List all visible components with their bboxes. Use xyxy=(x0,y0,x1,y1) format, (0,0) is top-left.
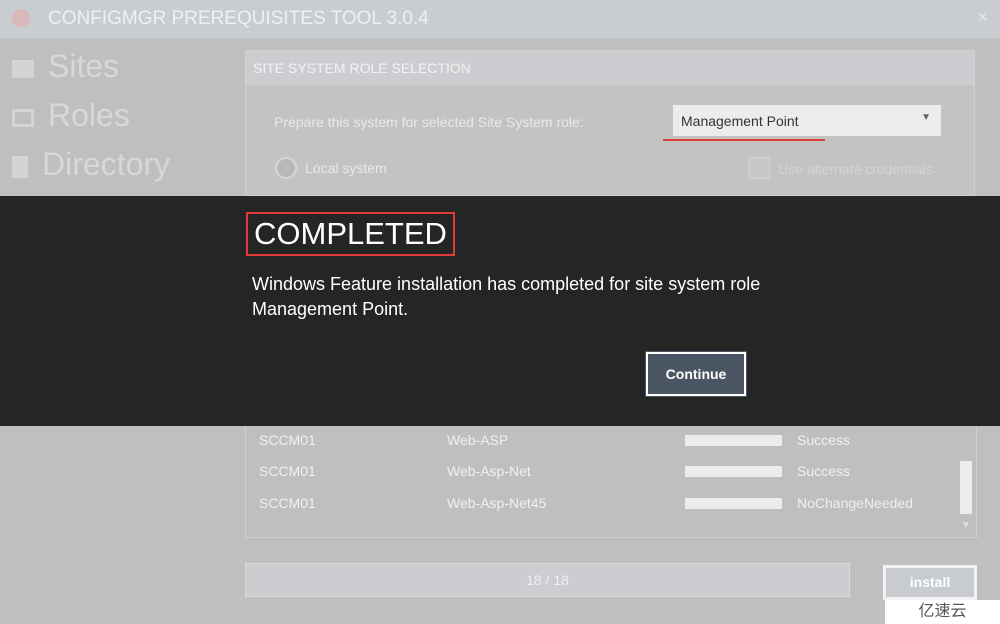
feature-cell: Web-Asp-Net45 xyxy=(447,495,547,511)
local-system-label: Local system xyxy=(305,160,387,176)
continue-button[interactable]: Continue xyxy=(645,351,747,397)
table-scrollbar[interactable] xyxy=(960,461,972,514)
local-system-radio[interactable] xyxy=(275,157,297,179)
panel-header: SITE SYSTEM ROLE SELECTION xyxy=(246,51,974,85)
feature-cell: Web-ASP xyxy=(447,432,509,448)
chevron-down-icon: ▼ xyxy=(921,112,931,123)
scroll-down-icon[interactable]: ▼ xyxy=(961,520,971,531)
install-button[interactable]: install xyxy=(883,565,977,600)
sidebar-item-label: Sites xyxy=(48,48,120,84)
role-value: Management Point xyxy=(681,113,799,129)
row-progress-bar xyxy=(685,498,782,509)
alternate-credentials-checkbox[interactable] xyxy=(748,157,770,179)
sidebar-item-label: Roles xyxy=(48,97,130,133)
app-logo-icon xyxy=(12,9,30,27)
feature-table xyxy=(245,426,977,538)
server-list-icon xyxy=(12,59,34,78)
prepare-label: Prepare this system for selected Site Sy… xyxy=(274,114,584,130)
server-cell: SCCM01 xyxy=(259,432,316,448)
sidebar-item-roles[interactable]: Roles xyxy=(12,97,130,134)
window-title: CONFIGMGR PREREQUISITES TOOL 3.0.4 xyxy=(48,8,429,29)
overall-progress-bar: 18 / 18 xyxy=(245,563,850,597)
red-underline-annotation xyxy=(663,139,825,141)
sidebar-item-sites[interactable]: Sites xyxy=(12,48,119,85)
server-cell: SCCM01 xyxy=(259,495,316,511)
dialog-message: Windows Feature installation has complet… xyxy=(252,274,761,319)
server-cell: SCCM01 xyxy=(259,463,316,479)
alternate-credentials-label: Use alternate credentials xyxy=(778,161,933,177)
status-cell: Success xyxy=(797,432,850,448)
status-cell: Success xyxy=(797,463,850,479)
sidebar-item-directory[interactable]: Directory xyxy=(12,146,170,183)
sidebar-item-label: Directory xyxy=(42,146,171,182)
book-icon xyxy=(12,155,28,178)
role-dropdown[interactable]: Management Point ▼ xyxy=(673,105,941,136)
title-bar: CONFIGMGR PREREQUISITES TOOL 3.0.4 × xyxy=(0,0,1000,38)
status-cell: NoChangeNeeded xyxy=(797,495,913,511)
watermark-logo: 亿速云 xyxy=(885,600,1000,624)
window-icon xyxy=(12,108,34,127)
row-progress-bar xyxy=(685,435,782,446)
close-icon[interactable]: × xyxy=(977,7,988,28)
dialog-title: COMPLETED xyxy=(246,212,455,256)
feature-cell: Web-Asp-Net xyxy=(447,463,531,479)
row-progress-bar xyxy=(685,466,782,477)
